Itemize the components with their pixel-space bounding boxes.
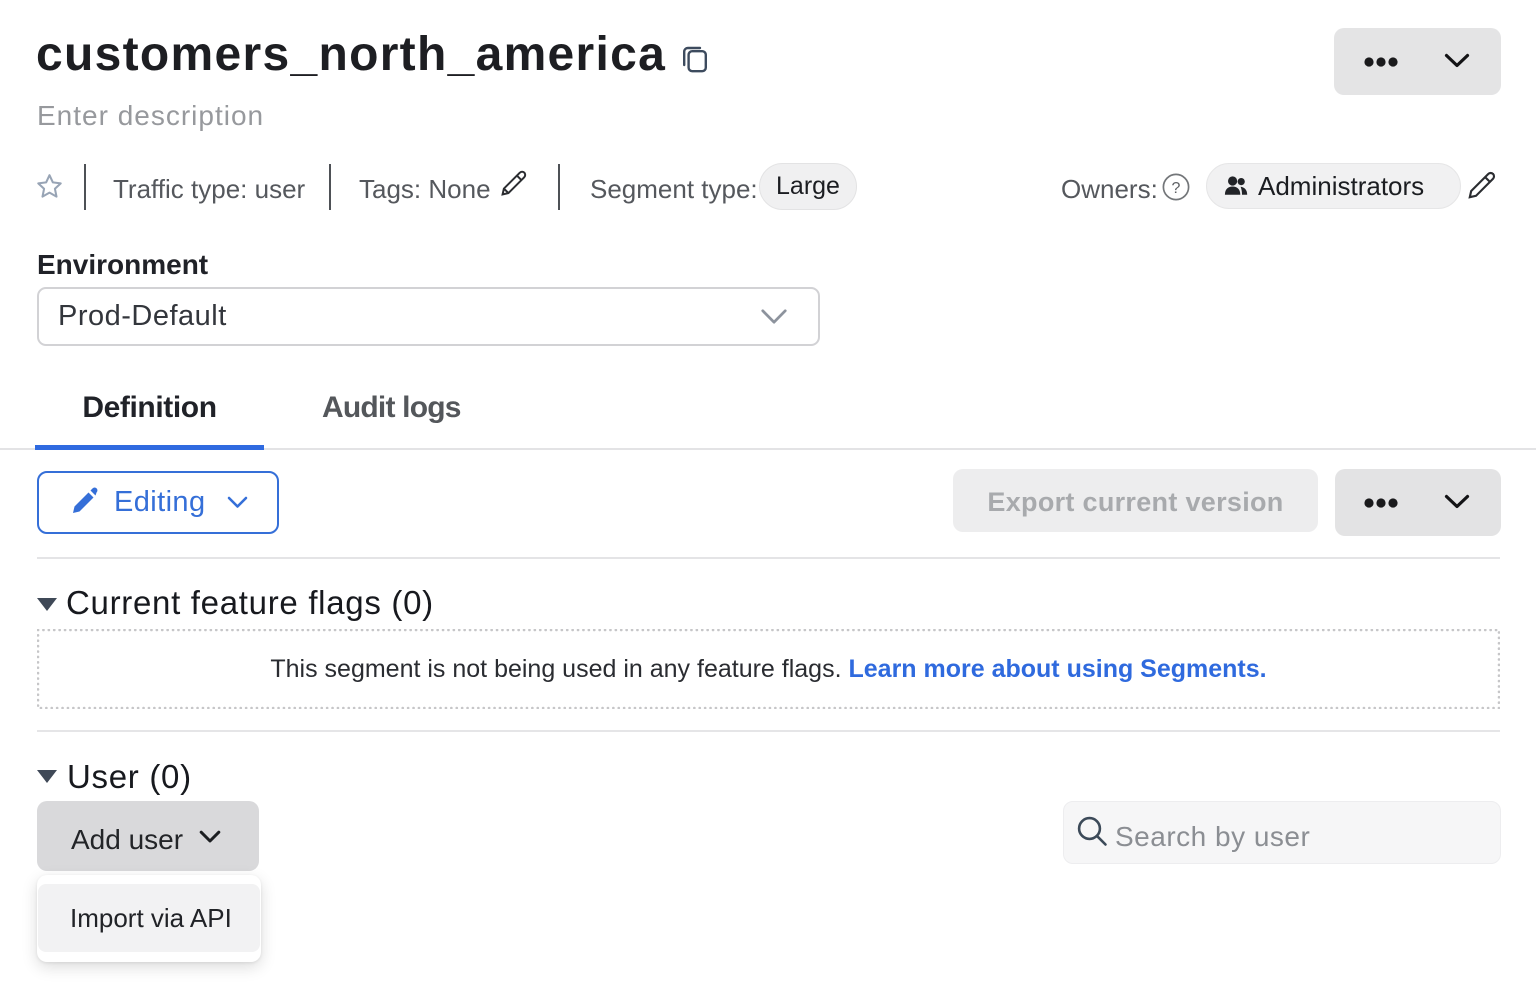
svg-text:?: ? (1172, 180, 1181, 197)
